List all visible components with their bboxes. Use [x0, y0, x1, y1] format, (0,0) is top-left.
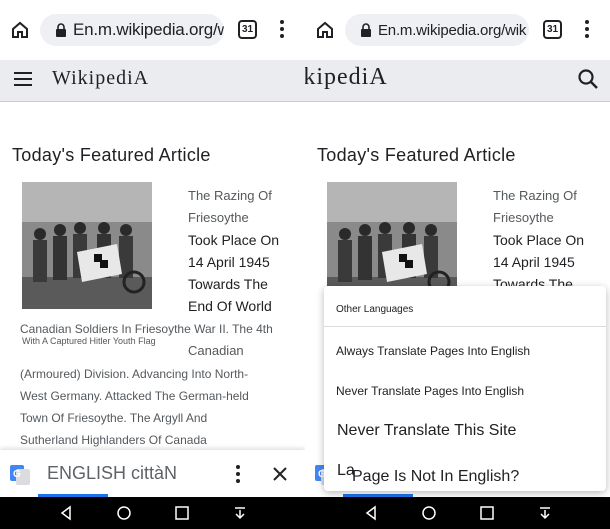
article-text-line: West Germany. Attacked The German-held — [20, 389, 249, 403]
wikipedia-logo[interactable]: WikipediA — [305, 64, 388, 91]
translate-options-menu: Other Languages Always Translate Pages I… — [324, 286, 606, 491]
svg-text:G: G — [13, 469, 21, 480]
article-text-line: Friesoythe — [493, 210, 554, 225]
google-translate-icon: G — [10, 465, 30, 485]
close-icon[interactable] — [272, 466, 288, 482]
section-title: Today's Featured Article — [317, 145, 516, 165]
address-bar[interactable]: En.m.wikipedia.org/wik — [345, 14, 529, 46]
article-text-line: Took Place On — [188, 232, 280, 248]
menu-item-page-not-english[interactable]: Page Is Not In English? — [352, 468, 519, 486]
search-icon[interactable] — [577, 68, 599, 90]
article-text-line: The Razing Of — [493, 188, 577, 203]
home-icon[interactable] — [10, 20, 30, 40]
system-navigation-bar — [0, 497, 610, 529]
home-circle-icon[interactable] — [421, 505, 437, 521]
wikipedia-logo[interactable]: WikipediA — [52, 67, 149, 90]
article-text-line: Sutherland Highlanders Of Canada — [20, 433, 207, 447]
wikipedia-header: WikipediA — [305, 60, 610, 102]
tab-switcher-button[interactable]: 31 — [238, 20, 257, 39]
lock-icon — [361, 23, 371, 37]
more-options-icon[interactable] — [583, 20, 591, 40]
article-text-line: 14 April 1945 — [188, 254, 270, 270]
article-text-line: Towards The — [188, 276, 268, 292]
menu-item-other-languages[interactable]: Other Languages — [336, 304, 413, 315]
hamburger-menu-icon[interactable] — [14, 72, 32, 86]
address-bar[interactable]: En.m.wikipedia.org/wik — [40, 14, 224, 46]
translate-bar: G ENGLISH cittàN — [0, 450, 305, 497]
more-options-icon[interactable] — [278, 20, 286, 40]
url-text: En.m.wikipedia.org/wik — [73, 20, 224, 39]
article-text-line: Took Place On — [493, 232, 585, 248]
wikipedia-header: WikipediA — [0, 60, 305, 102]
notification-pull-icon[interactable] — [232, 505, 248, 521]
article-text-line: Town Of Friesoythe. The Argyll And — [20, 411, 208, 425]
browser-toolbar: En.m.wikipedia.org/wik 31 — [305, 0, 610, 60]
menu-item-never-translate-site[interactable]: Never Translate This Site — [337, 422, 516, 440]
tab-switcher-button[interactable]: 31 — [543, 20, 562, 39]
notification-pull-icon[interactable] — [537, 505, 553, 521]
lock-icon — [56, 23, 66, 37]
article-text-line: Friesoythe — [188, 210, 249, 225]
home-circle-icon[interactable] — [116, 505, 132, 521]
home-icon[interactable] — [315, 20, 335, 40]
left-phone-screen: En.m.wikipedia.org/wik 31 WikipediA Toda… — [0, 0, 305, 497]
translate-options-icon[interactable] — [234, 465, 242, 485]
menu-divider — [324, 326, 606, 327]
recents-icon[interactable] — [174, 505, 190, 521]
recents-icon[interactable] — [479, 505, 495, 521]
section-title: Today's Featured Article — [12, 145, 211, 165]
translate-language-tab[interactable]: ENGLISH cittàN — [47, 463, 177, 484]
browser-toolbar: En.m.wikipedia.org/wik 31 — [0, 0, 305, 60]
right-phone-screen: En.m.wikipedia.org/wik 31 WikipediA Toda… — [305, 0, 610, 497]
article-text-line: (Armoured) Division. Advancing Into Nort… — [20, 367, 249, 381]
screenshot-composite: En.m.wikipedia.org/wik 31 WikipediA Toda… — [0, 0, 610, 529]
article-text-line: End Of World — [188, 298, 272, 314]
url-text: En.m.wikipedia.org/wik — [378, 22, 527, 39]
article-text-line: The Razing Of — [188, 188, 272, 203]
back-icon[interactable] — [58, 505, 74, 521]
article-text-line: Canadian — [188, 343, 244, 358]
back-icon[interactable] — [363, 505, 379, 521]
menu-item-always-translate[interactable]: Always Translate Pages Into English — [336, 344, 530, 358]
article-text-line: 14 April 1945 — [493, 254, 575, 270]
menu-item-never-translate-language[interactable]: Never Translate Pages Into English — [336, 384, 524, 398]
photo-caption: With A Captured Hitler Youth Flag — [22, 336, 156, 346]
featured-article-photo[interactable] — [22, 182, 152, 309]
